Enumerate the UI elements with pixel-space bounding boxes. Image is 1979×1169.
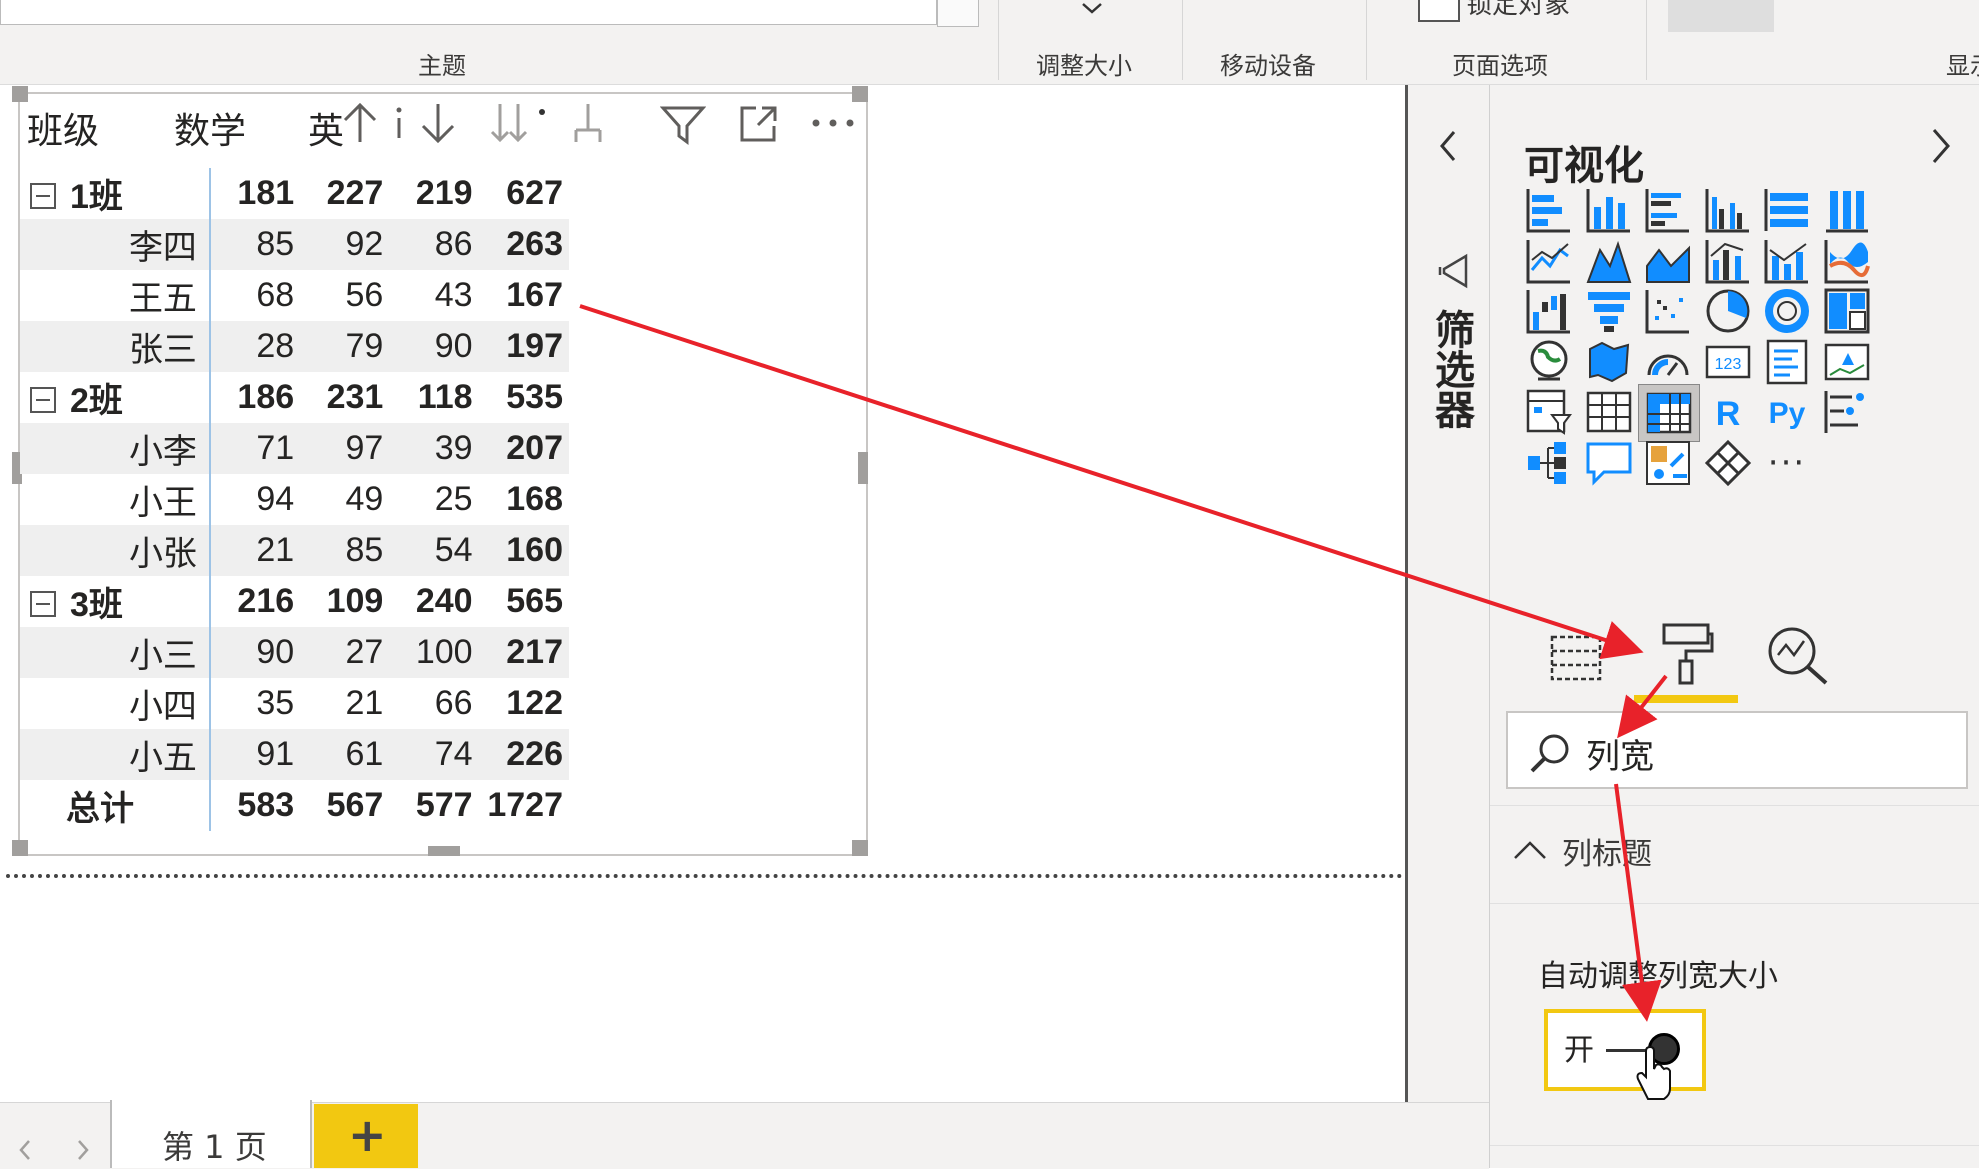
annotation-arrow [579,304,1644,660]
annotation-arrow [1617,674,1668,739]
annotation-arrows [579,304,1668,1022]
annotation-arrow [1614,783,1662,1022]
